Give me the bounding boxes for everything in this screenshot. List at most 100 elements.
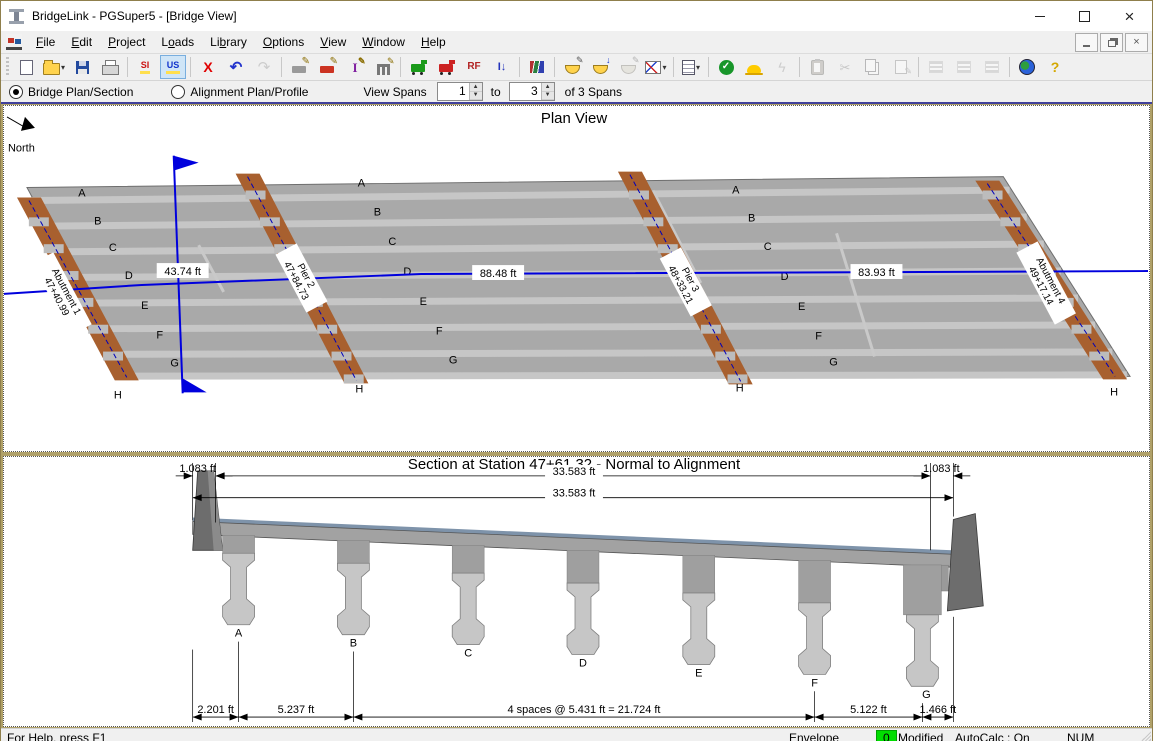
section-haunch xyxy=(223,535,255,553)
menu-view[interactable]: View xyxy=(312,31,354,53)
paste-button[interactable] xyxy=(804,55,830,79)
live-loads-icon xyxy=(411,64,425,72)
span-to-up-icon[interactable]: ▲ xyxy=(542,83,554,92)
load-rating-icon: I↓ xyxy=(498,62,507,73)
menu-edit[interactable]: Edit xyxy=(63,31,100,53)
si-units-icon: SI xyxy=(140,61,151,74)
print-button[interactable] xyxy=(97,55,123,79)
properties-icon xyxy=(895,60,907,74)
reports-button[interactable]: ▾ xyxy=(678,55,704,79)
delete-button[interactable]: X xyxy=(195,55,221,79)
menu-library[interactable]: Library xyxy=(202,31,255,53)
edit-pier-button[interactable] xyxy=(370,55,396,79)
autocalc-status-button[interactable]: ✓ xyxy=(713,55,739,79)
span-from-down-icon[interactable]: ▼ xyxy=(470,92,482,101)
plan-view-panel[interactable]: Plan View North ABCDEFGABCDEFGABCDEFGHHH… xyxy=(3,105,1150,452)
menu-project[interactable]: Project xyxy=(100,31,153,53)
north-arrow: North xyxy=(7,117,35,155)
design-girder-button[interactable] xyxy=(741,55,767,79)
plan-girder-seat xyxy=(103,352,123,361)
menu-window[interactable]: Window xyxy=(354,31,413,53)
section-haunch xyxy=(567,550,599,583)
deck-width-dim: 33.583 ft xyxy=(553,466,596,478)
edit-deck-button[interactable] xyxy=(314,55,340,79)
span-to-value[interactable]: 3 xyxy=(510,83,541,100)
copy-button[interactable] xyxy=(860,55,886,79)
span-to-spinner[interactable]: 3 ▲▼ xyxy=(509,82,555,101)
mdi-restore-button[interactable] xyxy=(1100,33,1123,52)
analysis-results-button[interactable]: ▾ xyxy=(643,55,669,79)
edit-station-button[interactable] xyxy=(587,55,613,79)
library-button[interactable] xyxy=(524,55,550,79)
plan-girder-label: F xyxy=(815,331,822,343)
section-view-panel[interactable]: Section at Station 47+61.32 - Normal to … xyxy=(3,456,1150,727)
section-haunch xyxy=(799,560,831,603)
rating-factor-button[interactable]: RF xyxy=(461,55,487,79)
left-overhang-dim: 1.083 ft xyxy=(179,463,216,475)
undo-button[interactable]: ↶ xyxy=(223,55,249,79)
client-area: Plan View North ABCDEFGABCDEFGABCDEFGHHH… xyxy=(1,104,1152,728)
internet-button[interactable] xyxy=(1014,55,1040,79)
open-file-button[interactable]: ▾ xyxy=(41,55,67,79)
paste-icon xyxy=(811,60,824,75)
menu-file[interactable]: File xyxy=(28,31,63,53)
menu-options[interactable]: Options xyxy=(255,31,312,53)
close-button[interactable]: × xyxy=(1107,1,1152,31)
menu-help[interactable]: Help xyxy=(413,31,454,53)
mdi-minimize-button[interactable] xyxy=(1075,33,1098,52)
status-events-badge[interactable]: 0 xyxy=(876,730,897,741)
print-icon xyxy=(102,65,119,75)
span-from-value[interactable]: 1 xyxy=(438,83,469,100)
si-units-button[interactable]: SI xyxy=(132,55,158,79)
alignment-plan-profile-radio[interactable] xyxy=(171,85,185,99)
us-units-button[interactable]: US xyxy=(160,55,186,79)
edit-bearing-button[interactable] xyxy=(559,55,585,79)
row-options-button[interactable] xyxy=(951,55,977,79)
cut-button[interactable]: ✂ xyxy=(832,55,858,79)
maximize-button[interactable] xyxy=(1062,1,1107,31)
redo-button[interactable]: ↷ xyxy=(251,55,277,79)
span-from-spinner[interactable]: 1 ▲▼ xyxy=(437,82,483,101)
mdi-close-button[interactable]: × xyxy=(1125,33,1148,52)
resize-grip[interactable] xyxy=(1138,731,1151,741)
minimize-button[interactable] xyxy=(1017,1,1062,31)
dropdown-caret-icon: ▾ xyxy=(662,63,666,72)
edit-section-button[interactable] xyxy=(615,55,641,79)
status-analysis-mode[interactable]: Envelope xyxy=(789,731,839,741)
help-button[interactable]: ? xyxy=(1042,55,1068,79)
section-dim-label: 4 spaces @ 5.431 ft = 21.724 ft xyxy=(508,704,661,716)
toolbar: ▾ SI US X↶↷ I RF I↓ ▾ ▾ ✓ ϟ ✂? xyxy=(1,54,1152,81)
plan-girder-label: F xyxy=(156,330,163,342)
edit-alignment-icon xyxy=(292,66,306,73)
plan-girder-label: E xyxy=(420,296,427,308)
right-overhang-dim: 1.083 ft xyxy=(923,463,960,475)
status-autocalc[interactable]: AutoCalc : On xyxy=(955,731,1030,741)
live-loads-button[interactable] xyxy=(405,55,431,79)
abort-button[interactable]: ϟ xyxy=(769,55,795,79)
bridge-plan-section-radio[interactable] xyxy=(9,85,23,99)
insert-row-button[interactable] xyxy=(923,55,949,79)
edit-station-icon xyxy=(593,65,608,74)
dropdown-caret-icon: ▾ xyxy=(696,63,700,72)
edit-girder-button[interactable]: I xyxy=(342,55,368,79)
span-to-down-icon[interactable]: ▼ xyxy=(542,92,554,101)
new-document-button[interactable] xyxy=(13,55,39,79)
application-window: BridgeLink - PGSuper5 - [Bridge View] × … xyxy=(0,0,1153,741)
plan-girder-label: G xyxy=(170,358,179,370)
plan-girder-label: E xyxy=(798,301,805,313)
reports-icon xyxy=(682,60,695,75)
help-icon: ? xyxy=(1051,60,1060,74)
plan-girder-label: F xyxy=(436,326,443,338)
span-from-up-icon[interactable]: ▲ xyxy=(470,83,482,92)
menu-loads[interactable]: Loads xyxy=(153,31,202,53)
save-button[interactable] xyxy=(69,55,95,79)
moving-load-button[interactable] xyxy=(433,55,459,79)
plan-girder-label: C xyxy=(764,241,772,253)
plan-girder-band xyxy=(126,371,1127,379)
properties-button[interactable] xyxy=(888,55,914,79)
load-rating-button[interactable]: I↓ xyxy=(489,55,515,79)
edit-alignment-button[interactable] xyxy=(286,55,312,79)
document-icon[interactable] xyxy=(6,34,22,50)
row-list-button[interactable] xyxy=(979,55,1005,79)
toolbar-grip[interactable] xyxy=(6,57,9,77)
